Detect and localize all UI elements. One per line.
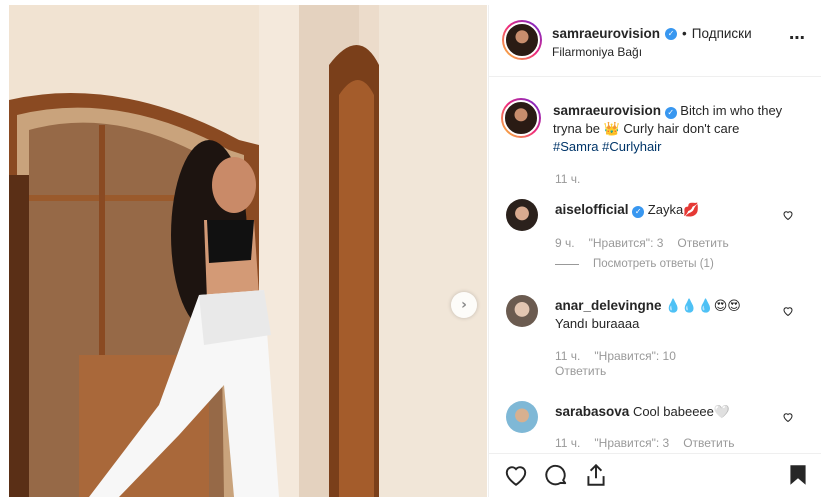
author-username[interactable]: samraeurovision <box>552 26 660 41</box>
verified-badge-icon: ✓ <box>632 206 645 218</box>
verified-badge-icon: ✓ <box>664 107 677 119</box>
comment-username[interactable]: anar_delevingne <box>555 298 662 313</box>
share-icon[interactable] <box>583 462 609 488</box>
comment-avatar[interactable] <box>506 295 538 327</box>
reply-button[interactable]: Ответить <box>683 436 734 450</box>
post-photo[interactable] <box>9 5 487 497</box>
comment-text: Cool babeeee🤍 <box>632 404 731 419</box>
next-photo-button[interactable]: › <box>451 292 477 318</box>
comment-meta: 11 ч. "Нравится": 10 <box>555 349 676 363</box>
like-heart-icon[interactable] <box>503 462 529 488</box>
action-bar <box>489 453 821 497</box>
comment-text: Zayka💋 <box>647 202 700 217</box>
comment: anar_delevingne 💧💧💧😍😍 Yandı buraaaa <box>555 297 741 333</box>
comment-likes[interactable]: "Нравится": 10 <box>594 349 676 363</box>
hashtag-link[interactable]: #Samra <box>553 139 599 154</box>
hashtag-link[interactable]: #Curlyhair <box>602 139 661 154</box>
caption-username[interactable]: samraeurovision <box>553 103 661 118</box>
more-options-icon[interactable]: ⋯ <box>789 28 806 48</box>
comment-text: 💧💧💧😍😍 <box>665 298 741 313</box>
divider <box>555 263 579 265</box>
comment-timestamp[interactable]: 9 ч. <box>555 236 575 250</box>
comment-likes[interactable]: "Нравится": 3 <box>594 436 669 450</box>
view-replies-button[interactable]: Посмотреть ответы (1) <box>555 258 714 270</box>
author-info: samraeurovision ✓ • Подписки <box>552 26 752 41</box>
author-avatar[interactable] <box>502 20 542 60</box>
like-comment-icon[interactable] <box>782 411 794 423</box>
like-comment-icon[interactable] <box>782 305 794 317</box>
comment-avatar[interactable] <box>506 401 538 433</box>
reply-button[interactable]: Ответить <box>677 236 728 250</box>
like-comment-icon[interactable] <box>782 209 794 221</box>
comment: aiselofficial ✓ Zayka💋 <box>555 201 699 219</box>
reply-button[interactable]: Ответить <box>555 364 606 378</box>
comment: sarabasova Cool babeeee🤍 <box>555 403 730 421</box>
comment-meta: 9 ч. "Нравится": 3 Ответить <box>555 236 729 250</box>
comment-timestamp[interactable]: 11 ч. <box>555 436 580 450</box>
caption-author-avatar[interactable] <box>501 98 541 138</box>
comment-username[interactable]: aiselofficial <box>555 202 629 217</box>
comment-meta: Ответить <box>555 364 606 378</box>
verified-badge-icon: ✓ <box>665 27 678 40</box>
comment-meta: 11 ч. "Нравится": 3 Ответить <box>555 436 735 450</box>
caption-timestamp[interactable]: 11 ч. <box>555 172 580 186</box>
caption: samraeurovision ✓ Bitch im who they tryn… <box>553 102 808 156</box>
bookmark-icon[interactable] <box>785 462 811 488</box>
location-link[interactable]: Filarmoniya Bağı <box>552 45 642 59</box>
post-sidebar: samraeurovision ✓ • Подписки Filarmoniya… <box>488 5 821 497</box>
chevron-right-icon: › <box>461 297 467 313</box>
comment-timestamp[interactable]: 11 ч. <box>555 349 580 363</box>
comment-avatar[interactable] <box>506 199 538 231</box>
comments-list[interactable]: samraeurovision ✓ Bitch im who they tryn… <box>489 78 821 453</box>
separator-dot: • <box>682 26 687 41</box>
comment-username[interactable]: sarabasova <box>555 404 629 419</box>
post-header: samraeurovision ✓ • Подписки Filarmoniya… <box>489 5 821 77</box>
view-replies-label: Посмотреть ответы (1) <box>593 258 714 270</box>
comment-likes[interactable]: "Нравится": 3 <box>589 236 664 250</box>
following-button[interactable]: Подписки <box>692 26 752 41</box>
comment-text-line2: Yandı buraaaa <box>555 316 640 331</box>
comment-bubble-icon[interactable] <box>543 462 569 488</box>
photo-illustration <box>9 5 487 497</box>
